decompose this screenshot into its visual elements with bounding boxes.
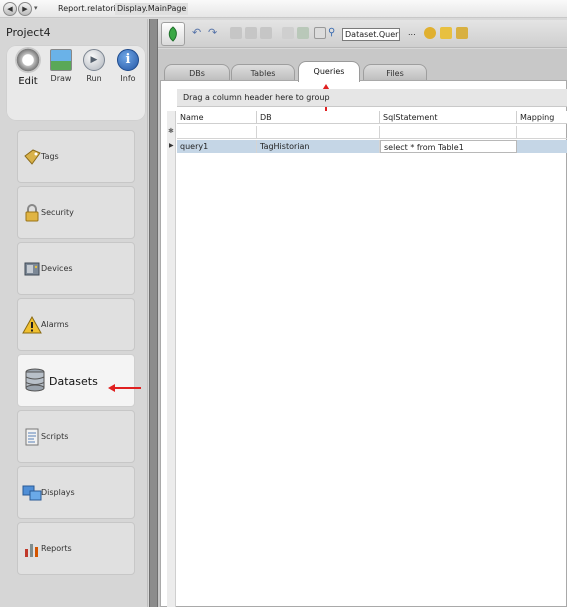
query-name-cell[interactable]: query1 <box>177 140 257 153</box>
copy-icon[interactable] <box>245 27 257 39</box>
sync-icon[interactable] <box>282 27 294 39</box>
leaf-icon <box>168 26 177 42</box>
group-panel[interactable]: Drag a column header here to group <box>177 89 567 107</box>
column-header-name[interactable]: Name <box>177 111 257 124</box>
edit-button[interactable]: Edit <box>11 47 45 87</box>
column-header-sqlstatement[interactable]: SqlStatement <box>380 111 517 124</box>
bulb-icon[interactable] <box>424 27 436 39</box>
arrow-left-icon: ◀ <box>7 5 13 13</box>
tab-dbs[interactable]: DBs <box>164 64 230 81</box>
nav-label-displays: Displays <box>41 488 75 497</box>
left-panel: Project4 Edit Draw ▶ Run i Info Tags Sec… <box>0 19 148 607</box>
column-header-mapping[interactable]: Mapping <box>517 111 567 124</box>
action-bar: Edit Draw ▶ Run i Info <box>6 45 146 121</box>
forward-button[interactable]: ▶ <box>18 2 32 16</box>
nav-item-displays[interactable]: Displays <box>17 466 135 519</box>
nav-item-reports[interactable]: Reports <box>17 522 135 575</box>
lock-icon <box>25 204 39 222</box>
new-row-db-cell[interactable] <box>257 126 380 139</box>
project-title: Project4 <box>6 26 51 39</box>
edit-label: Edit <box>18 76 38 87</box>
nav-item-devices[interactable]: Devices <box>17 242 135 295</box>
nav-label-datasets: Datasets <box>49 375 98 388</box>
doc-tab-display[interactable]: Display.MainPage <box>115 3 189 15</box>
document-icon[interactable] <box>314 27 326 39</box>
run-button[interactable]: ▶ Run <box>79 49 109 83</box>
info-button[interactable]: i Info <box>113 49 143 83</box>
new-row-name-cell[interactable] <box>177 126 257 139</box>
nav-label-security: Security <box>41 208 74 217</box>
breadcrumb[interactable]: Dataset.Query.c <box>342 28 400 41</box>
cut-icon[interactable] <box>230 27 242 39</box>
query-mapping-cell[interactable] <box>517 140 567 153</box>
picture-icon <box>50 49 72 71</box>
nav-label-alarms: Alarms <box>41 320 69 329</box>
nav-item-security[interactable]: Security <box>17 186 135 239</box>
displays-icon <box>22 485 42 501</box>
main-toolbar: ↶ ↷ ⚲ Dataset.Query.c ... <box>158 20 567 48</box>
more-button[interactable]: ... <box>408 28 416 37</box>
back-button[interactable]: ◀ <box>3 2 17 16</box>
search-icon[interactable]: ⚲ <box>328 27 340 39</box>
column-header-db[interactable]: DB <box>257 111 380 124</box>
star-icon[interactable] <box>440 27 452 39</box>
new-row-mapping-cell[interactable] <box>517 126 567 139</box>
script-icon <box>25 428 39 446</box>
row-indicator-column <box>167 111 176 607</box>
draw-label: Draw <box>50 74 72 83</box>
nav-label-tags: Tags <box>41 152 59 161</box>
nav-label-scripts: Scripts <box>41 432 69 441</box>
run-label: Run <box>86 74 102 83</box>
queries-panel <box>160 80 567 607</box>
nav-label-devices: Devices <box>41 264 73 273</box>
top-navigation-bar: ◀ ▶ ▾ Report.relatorio Display.MainPage <box>0 0 567 18</box>
reports-icon <box>25 544 38 557</box>
tab-tables[interactable]: Tables <box>231 64 295 81</box>
paste-icon[interactable] <box>260 27 272 39</box>
tab-files[interactable]: Files <box>363 64 427 81</box>
refresh-icon[interactable] <box>297 27 309 39</box>
nav-item-tags[interactable]: Tags <box>17 130 135 183</box>
tab-queries[interactable]: Queries <box>298 61 360 82</box>
database-icon <box>25 368 45 392</box>
nav-item-alarms[interactable]: Alarms <box>17 298 135 351</box>
leaf-button[interactable] <box>161 22 185 46</box>
info-icon: i <box>117 49 139 71</box>
query-sql-cell[interactable]: select * from Table1 <box>380 140 517 153</box>
tags-icon <box>24 149 41 165</box>
nav-item-datasets[interactable]: Datasets <box>17 354 135 407</box>
panel-splitter[interactable] <box>149 19 158 607</box>
gear-icon <box>15 47 41 73</box>
arrow-right-icon: ▶ <box>22 5 28 13</box>
new-row-sql-cell[interactable] <box>380 126 517 139</box>
new-row-indicator-icon: ✱ <box>168 127 174 135</box>
draw-button[interactable]: Draw <box>46 49 76 83</box>
redo-icon[interactable]: ↷ <box>208 27 220 39</box>
nav-label-reports: Reports <box>41 544 72 553</box>
current-row-indicator-icon: ▶ <box>169 142 174 149</box>
info-label: Info <box>120 74 136 83</box>
history-dropdown-icon[interactable]: ▾ <box>34 4 38 12</box>
warning-icon <box>22 315 42 334</box>
nav-item-scripts[interactable]: Scripts <box>17 410 135 463</box>
pin-icon[interactable] <box>456 27 468 39</box>
annotation-arrow-left-icon <box>108 384 141 392</box>
query-db-cell[interactable]: TagHistorian <box>257 140 380 153</box>
undo-icon[interactable]: ↶ <box>192 27 204 39</box>
doc-tab-report[interactable]: Report.relatorio <box>56 3 123 15</box>
play-icon: ▶ <box>83 49 105 71</box>
device-icon <box>24 262 40 276</box>
